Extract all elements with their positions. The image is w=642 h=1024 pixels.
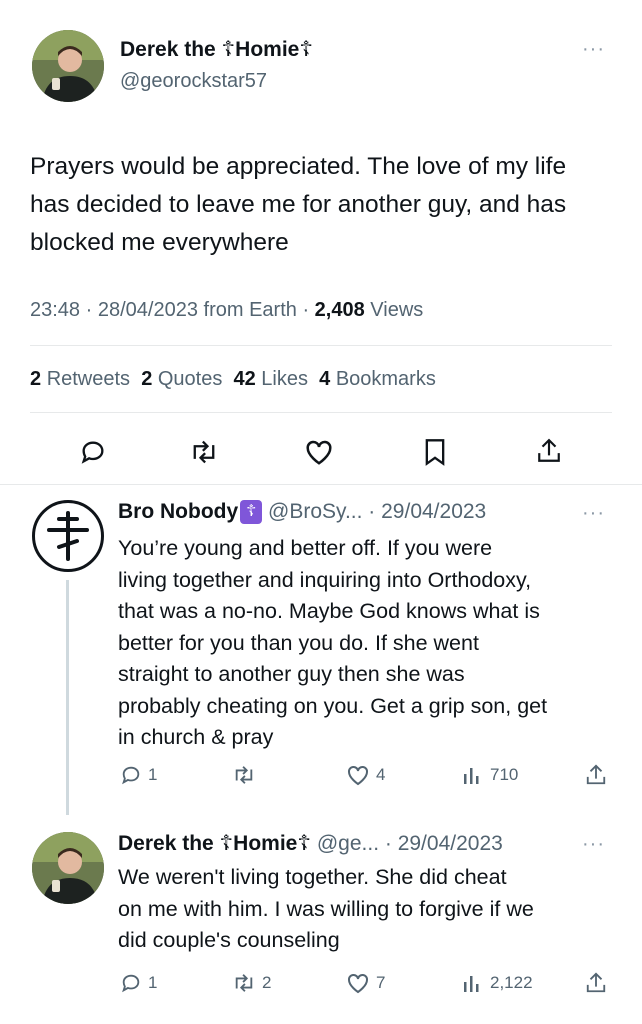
reply-text-line: that was a no-no. Maybe God knows what i…: [118, 599, 540, 623]
thread-line: [66, 580, 69, 815]
reply-text-line: probably cheating on you. Get a grip son…: [118, 693, 548, 718]
reply-header: Bro Nobody ☦ @BroSy... · 29/04/2023: [118, 500, 486, 525]
reply-text-line: on me with him. I was willing to forgive…: [118, 896, 534, 921]
views-label: Views: [370, 299, 424, 321]
retweet-count: 2: [262, 973, 272, 992]
avatar[interactable]: [32, 832, 104, 904]
like-icon: [348, 765, 368, 786]
divider: [30, 412, 612, 413]
divider: [0, 484, 642, 485]
views-count: 2,122: [490, 973, 533, 992]
retweet-icon: [235, 766, 253, 784]
reply-count: 1: [148, 973, 158, 992]
retweet-button[interactable]: [232, 764, 262, 786]
like-count: 4: [376, 765, 386, 784]
tweet-stats: 2 Retweets 2 Quotes 42 Likes 4 Bookmarks: [30, 368, 436, 391]
reply-text-line: straight to another guy then she was: [118, 662, 465, 686]
reply-text-line: did couple's counseling: [118, 928, 340, 952]
views-button[interactable]: 710: [462, 764, 518, 786]
bookmark-icon[interactable]: [423, 438, 447, 471]
reply-author-handle[interactable]: @ge...: [317, 832, 379, 855]
avatar[interactable]: [32, 500, 104, 572]
reply-author-name[interactable]: Bro Nobody: [118, 500, 238, 523]
reply-date[interactable]: · 29/04/2023: [368, 500, 486, 523]
retweet-button[interactable]: 2: [232, 972, 271, 994]
reply-button[interactable]: 1: [120, 972, 157, 994]
reply-text-line: You’re young and better off. If you were: [118, 536, 493, 560]
like-icon: [348, 973, 368, 994]
like-button[interactable]: 4: [346, 764, 385, 786]
views-count: 2,408: [314, 299, 365, 321]
tweet-text: Prayers would be appreciated. The love o…: [30, 153, 567, 256]
reply-icon: [122, 766, 140, 785]
views-count: 710: [490, 765, 519, 784]
share-icon[interactable]: [585, 762, 607, 793]
reply-author-handle[interactable]: @BroSy...: [268, 500, 362, 523]
reply-text-line: living together and inquiring into Ortho…: [118, 567, 532, 592]
views-button[interactable]: 2,122: [462, 972, 533, 994]
retweets-stat[interactable]: 2 Retweets: [30, 368, 130, 390]
reply-count: 1: [148, 765, 158, 784]
tweet-source: from Earth: [203, 299, 297, 321]
quotes-stat[interactable]: 2 Quotes: [141, 368, 222, 390]
reply-text-line: We weren't living together. She did chea…: [118, 865, 507, 889]
author-handle[interactable]: @georockstar57: [120, 70, 267, 93]
reply-button[interactable]: 1: [120, 764, 157, 786]
reply-text-line: in church & pray: [118, 725, 274, 749]
reply-text: You’re young and better off. If you were…: [118, 533, 628, 754]
reply-text-line: better for you than you do. If she went: [118, 630, 479, 655]
divider: [30, 345, 612, 346]
reply-header: Derek the ☦Homie☦ @ge... · 29/04/2023: [118, 831, 503, 856]
more-options-icon[interactable]: ···: [582, 38, 605, 61]
reply-icon: [122, 974, 140, 993]
reply-text: We weren't living together. She did chea…: [118, 862, 628, 957]
views-icon: [464, 768, 479, 784]
like-icon[interactable]: [304, 438, 334, 471]
share-icon[interactable]: [585, 970, 607, 1001]
tweet-date[interactable]: 28/04/2023: [98, 299, 198, 321]
bookmarks-stat[interactable]: 4 Bookmarks: [319, 368, 436, 390]
views-icon: [464, 976, 479, 992]
retweet-icon[interactable]: [189, 438, 219, 471]
author-name[interactable]: Derek the ☦Homie☦: [120, 37, 313, 62]
reply-date[interactable]: · 29/04/2023: [385, 832, 503, 855]
reply-author-name[interactable]: Derek the ☦Homie☦: [118, 832, 311, 855]
retweet-icon: [235, 974, 253, 992]
like-button[interactable]: 7: [346, 972, 385, 994]
likes-stat[interactable]: 42 Likes: [233, 368, 308, 390]
reply-icon[interactable]: [79, 438, 107, 471]
more-options-icon[interactable]: ···: [582, 833, 605, 856]
like-count: 7: [376, 973, 386, 992]
share-icon[interactable]: [536, 436, 562, 471]
tweet-time[interactable]: 23:48: [30, 299, 80, 321]
avatar[interactable]: [32, 30, 104, 102]
more-options-icon[interactable]: ···: [582, 502, 605, 525]
tweet-metadata: 23:48 · 28/04/2023 from Earth · 2,408 Vi…: [30, 299, 424, 321]
orthodox-cross-badge-icon: ☦: [240, 500, 263, 525]
